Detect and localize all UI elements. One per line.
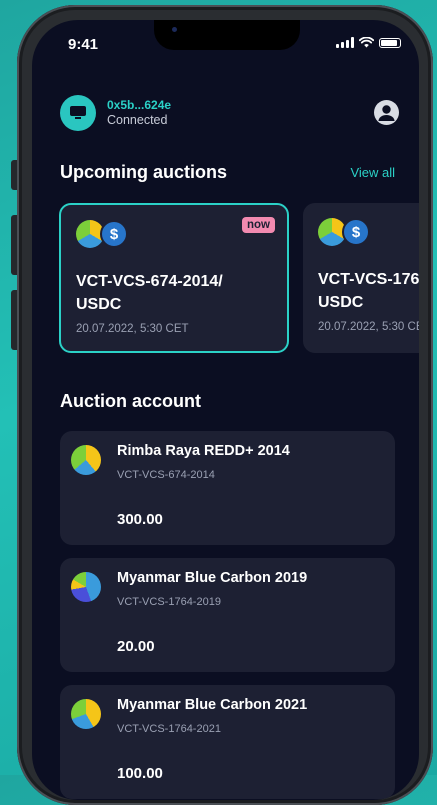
notch <box>154 20 300 50</box>
status-time: 9:41 <box>68 36 99 53</box>
silent-switch <box>11 160 17 190</box>
wallet-address: 0x5b...624e <box>107 98 172 112</box>
status-icons <box>336 37 401 48</box>
account-item-code: VCT-VCS-1764-2019 <box>117 596 221 608</box>
volume-up-button <box>11 215 17 275</box>
usdc-icon: $ <box>100 220 128 248</box>
auction-name: VCT-VCS-1764-2019/ USDC <box>318 271 419 311</box>
account-item[interactable]: Rimba Raya REDD+ 2014 VCT-VCS-674-2014 3… <box>60 431 395 545</box>
monitor-icon <box>60 95 96 131</box>
auction-date: 20.07.2022, 5:30 CET <box>76 323 189 335</box>
wallet-connection[interactable]: 0x5b...624e Connected <box>60 95 171 131</box>
account-item-name: Rimba Raya REDD+ 2014 <box>117 443 290 459</box>
token-pair-icon: $ <box>76 220 130 250</box>
now-badge: now <box>242 217 275 233</box>
camera-dot <box>172 27 177 32</box>
volume-down-button <box>11 290 17 350</box>
auction-card[interactable]: $ now VCT-VCS-674-2014/ USDC 20.07.2022,… <box>59 203 289 353</box>
rimba-raya-logo-icon <box>71 445 101 475</box>
account-item-name: Myanmar Blue Carbon 2021 <box>117 697 308 713</box>
upcoming-title: Upcoming auctions <box>60 162 228 182</box>
account-item-code: VCT-VCS-674-2014 <box>117 469 215 481</box>
auction-name: VCT-VCS-674-2014/ USDC <box>76 273 223 313</box>
account-item-name: Myanmar Blue Carbon 2019 <box>117 570 308 586</box>
account-item-amount: 100.00 <box>117 765 163 782</box>
account-item-code: VCT-VCS-1764-2021 <box>117 723 221 735</box>
account-title: Auction account <box>60 391 202 411</box>
auction-date: 20.07.2022, 5:30 CET <box>318 321 419 333</box>
token-pair-icon: $ <box>318 218 372 248</box>
wallet-status: Connected <box>107 113 168 127</box>
blue-carbon-logo-icon <box>71 572 101 602</box>
app-screen: 9:41 0x5b...624e Connected Upcoming auct… <box>32 20 419 800</box>
wifi-icon <box>359 37 374 48</box>
account-item[interactable]: Myanmar Blue Carbon 2021 VCT-VCS-1764-20… <box>60 685 395 799</box>
account-item-amount: 20.00 <box>117 638 155 655</box>
account-item[interactable]: Myanmar Blue Carbon 2019 VCT-VCS-1764-20… <box>60 558 395 672</box>
blue-carbon-logo-icon <box>71 699 101 729</box>
view-all-link[interactable]: View all <box>350 165 395 180</box>
battery-icon <box>379 37 401 48</box>
signal-icon <box>336 37 354 48</box>
account-item-amount: 300.00 <box>117 511 163 528</box>
usdc-icon: $ <box>342 218 370 246</box>
auction-card[interactable]: $ VCT-VCS-1764-2019/ USDC 20.07.2022, 5:… <box>303 203 419 353</box>
profile-icon[interactable] <box>374 100 399 125</box>
